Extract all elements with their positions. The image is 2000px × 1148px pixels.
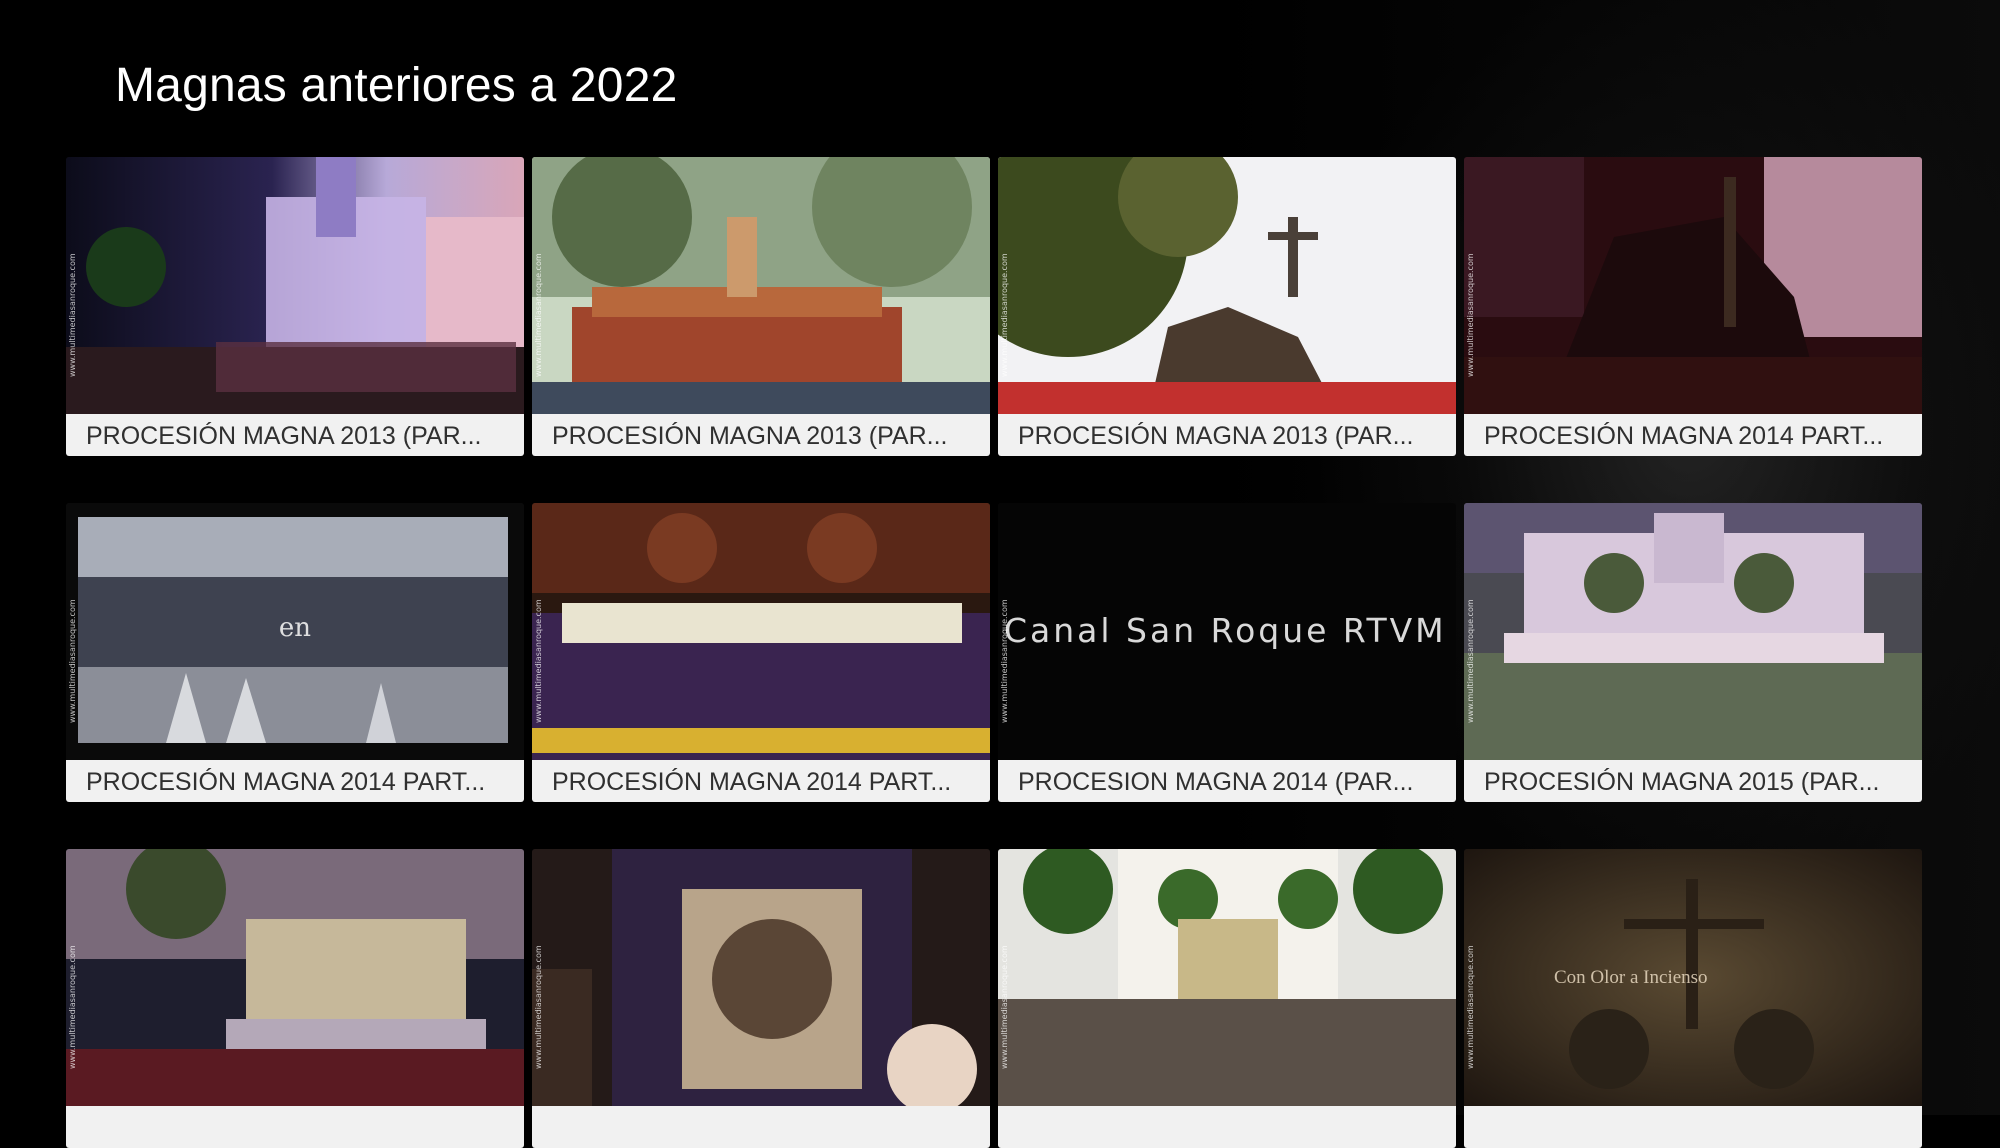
watermark-text: www.multimediasanroque.com [534, 945, 543, 1069]
video-thumbnail: www.multimediasanroque.com [532, 157, 990, 414]
video-thumbnail: en www.multimediasanroque.com [66, 503, 524, 760]
video-grid: www.multimediasanroque.com PROCESIÓN MAG… [66, 157, 1926, 1148]
video-card[interactable]: www.multimediasanroque.com PROCESIÓN MAG… [1464, 503, 1922, 802]
video-thumbnail: Con Olor a Incienso www.multimediasanroq… [1464, 849, 1922, 1106]
watermark-text: www.multimediasanroque.com [1466, 599, 1475, 723]
video-thumbnail: www.multimediasanroque.com [532, 503, 990, 760]
video-card[interactable]: www.multimediasanroque.com PROCESIÓN MAG… [532, 157, 990, 456]
watermark-text: www.multimediasanroque.com [68, 253, 77, 377]
video-thumbnail: www.multimediasanroque.com [66, 849, 524, 1106]
watermark-text: www.multimediasanroque.com [1000, 599, 1009, 723]
video-thumbnail: www.multimediasanroque.com [998, 849, 1456, 1106]
video-card[interactable]: www.multimediasanroque.com PROCESIÓN MAG… [1464, 157, 1922, 456]
video-thumbnail: Canal San Roque RTVM www.multimediasanro… [998, 503, 1456, 760]
watermark-text: www.multimediasanroque.com [1466, 945, 1475, 1069]
watermark-text: www.multimediasanroque.com [534, 253, 543, 377]
video-title: PROCESIÓN MAGNA 2013 (PAR... [998, 414, 1456, 456]
video-title: PROCESION MAGNA 2014 (PAR... [998, 760, 1456, 802]
page-title: Magnas anteriores a 2022 [115, 59, 678, 112]
video-overlay-caption: Canal San Roque RTVM [1004, 611, 1447, 650]
video-title [1464, 1106, 1922, 1148]
video-thumbnail: www.multimediasanroque.com [66, 157, 524, 414]
video-overlay-caption: en [278, 613, 312, 643]
video-title: PROCESIÓN MAGNA 2013 (PAR... [532, 414, 990, 456]
video-card[interactable]: www.multimediasanroque.com [532, 849, 990, 1148]
video-thumbnail: www.multimediasanroque.com [998, 157, 1456, 414]
video-title: PROCESIÓN MAGNA 2014 PART... [1464, 414, 1922, 456]
video-card[interactable]: www.multimediasanroque.com PROCESIÓN MAG… [66, 157, 524, 456]
video-thumbnail: www.multimediasanroque.com [1464, 157, 1922, 414]
video-card[interactable]: Con Olor a Incienso www.multimediasanroq… [1464, 849, 1922, 1148]
video-card[interactable]: Canal San Roque RTVM www.multimediasanro… [998, 503, 1456, 802]
video-card[interactable]: www.multimediasanroque.com [66, 849, 524, 1148]
video-overlay-caption: Con Olor a Incienso [1554, 967, 1708, 988]
video-card[interactable]: en www.multimediasanroque.com PROCESIÓN … [66, 503, 524, 802]
video-title: PROCESIÓN MAGNA 2013 (PAR... [66, 414, 524, 456]
watermark-text: www.multimediasanroque.com [68, 599, 77, 723]
video-title [998, 1106, 1456, 1148]
watermark-text: www.multimediasanroque.com [68, 945, 77, 1069]
video-title [66, 1106, 524, 1148]
video-thumbnail: www.multimediasanroque.com [1464, 503, 1922, 760]
video-card[interactable]: www.multimediasanroque.com PROCESIÓN MAG… [998, 157, 1456, 456]
video-thumbnail: www.multimediasanroque.com [532, 849, 990, 1106]
video-title: PROCESIÓN MAGNA 2014 PART... [532, 760, 990, 802]
video-title: PROCESIÓN MAGNA 2015 (PAR... [1464, 760, 1922, 802]
watermark-text: www.multimediasanroque.com [1466, 253, 1475, 377]
watermark-text: www.multimediasanroque.com [1000, 253, 1009, 377]
video-title [532, 1106, 990, 1148]
video-card[interactable]: www.multimediasanroque.com [998, 849, 1456, 1148]
video-card[interactable]: www.multimediasanroque.com PROCESIÓN MAG… [532, 503, 990, 802]
watermark-text: www.multimediasanroque.com [1000, 945, 1009, 1069]
video-title: PROCESIÓN MAGNA 2014 PART... [66, 760, 524, 802]
watermark-text: www.multimediasanroque.com [534, 599, 543, 723]
